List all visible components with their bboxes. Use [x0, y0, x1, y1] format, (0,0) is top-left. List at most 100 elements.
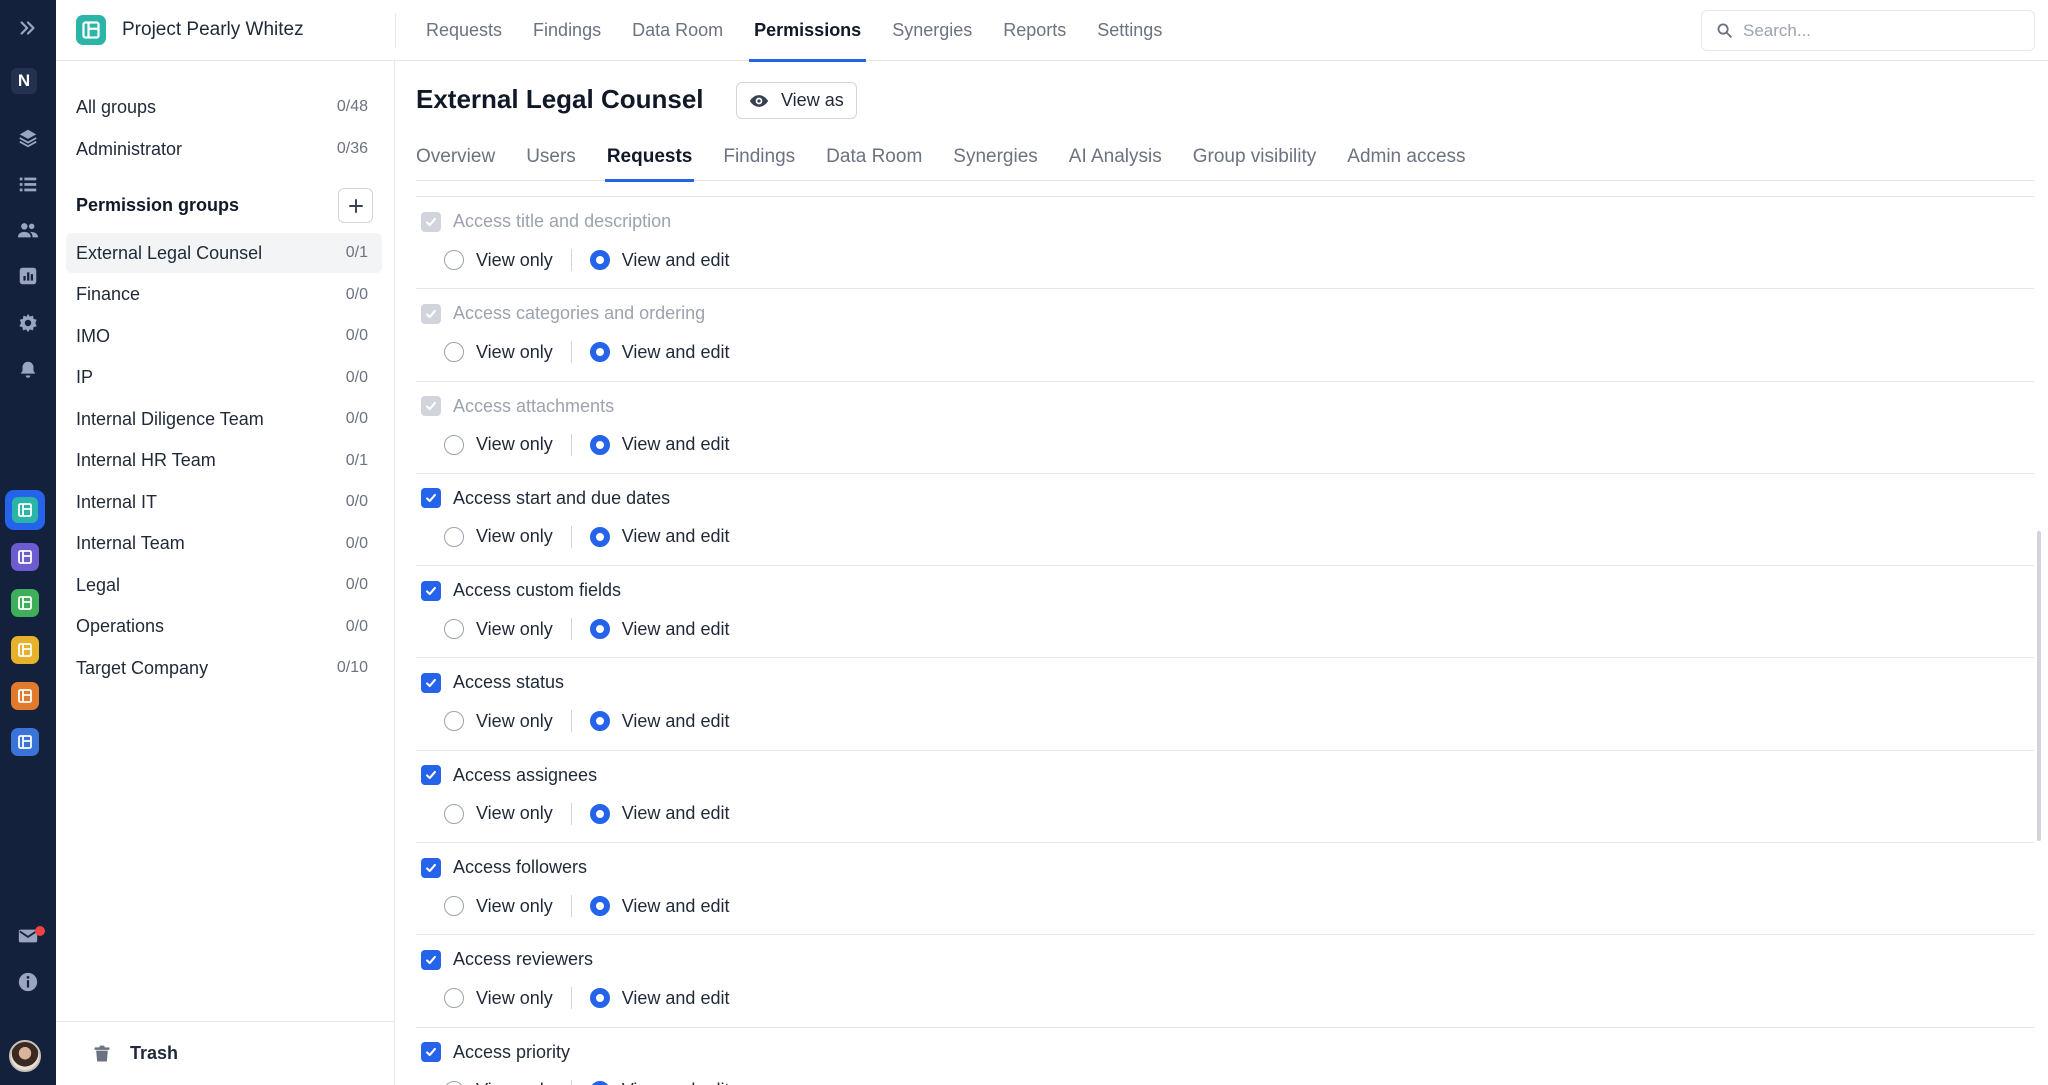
view-and-edit-radio[interactable] [589, 250, 610, 270]
sidebar-item-administrator[interactable]: Administrator 0/36 [66, 129, 382, 169]
permission-toggle[interactable]: Access start and due dates [421, 488, 670, 509]
expand-icon[interactable] [10, 10, 46, 46]
nav-permissions[interactable]: Permissions [749, 0, 867, 62]
workspace-switcher-1[interactable] [5, 490, 45, 530]
gear-icon[interactable] [10, 305, 46, 341]
info-icon[interactable] [10, 964, 46, 1000]
tab-admin-access[interactable]: Admin access [1347, 139, 1465, 181]
sidebar-item-internal-hr-team[interactable]: Internal HR Team 0/1 [66, 441, 382, 481]
tab-users[interactable]: Users [526, 139, 576, 181]
view-only-radio[interactable] [444, 896, 464, 917]
checkbox[interactable] [421, 488, 441, 509]
sidebar-item-ip[interactable]: IP 0/0 [66, 358, 382, 398]
chart-icon[interactable] [10, 258, 46, 294]
sidebar-item-internal-diligence-team[interactable]: Internal Diligence Team 0/0 [66, 399, 382, 439]
view-only-radio[interactable] [444, 526, 464, 547]
nav-data-room[interactable]: Data Room [632, 0, 723, 61]
nav-findings[interactable]: Findings [533, 0, 601, 61]
checkbox[interactable] [421, 857, 441, 878]
view-and-edit-label[interactable]: View and edit [622, 250, 730, 271]
view-only-radio[interactable] [444, 1080, 464, 1085]
view-and-edit-label[interactable]: View and edit [622, 988, 730, 1009]
view-only-radio[interactable] [444, 988, 464, 1009]
workspace-switcher-3[interactable] [11, 589, 39, 617]
checkbox[interactable] [421, 672, 441, 693]
view-and-edit-radio[interactable] [589, 342, 610, 363]
search-input[interactable] [1743, 20, 2023, 41]
workspace-switcher-2[interactable] [11, 543, 39, 571]
view-only-radio[interactable] [444, 342, 464, 363]
tab-requests[interactable]: Requests [604, 139, 694, 182]
nav-synergies[interactable]: Synergies [892, 0, 972, 61]
tab-ai-analysis[interactable]: AI Analysis [1069, 139, 1162, 181]
checkbox[interactable] [421, 580, 441, 601]
checkbox[interactable] [421, 1042, 441, 1063]
permission-toggle[interactable]: Access reviewers [421, 949, 593, 970]
permission-toggle[interactable]: Access status [421, 672, 564, 693]
view-only-label[interactable]: View only [476, 250, 553, 271]
users-icon[interactable] [10, 212, 46, 248]
view-and-edit-label[interactable]: View and edit [622, 434, 730, 455]
permission-toggle[interactable]: Access priority [421, 1042, 570, 1063]
view-and-edit-radio[interactable] [589, 711, 610, 732]
user-initial-badge[interactable]: N [11, 68, 37, 94]
view-only-label[interactable]: View only [476, 526, 553, 547]
view-only-radio[interactable] [444, 711, 464, 732]
view-and-edit-label[interactable]: View and edit [622, 342, 730, 363]
view-only-radio[interactable] [444, 619, 464, 640]
nav-reports[interactable]: Reports [1003, 0, 1066, 61]
tab-data-room[interactable]: Data Room [826, 139, 922, 181]
view-only-label[interactable]: View only [476, 434, 553, 455]
mail-icon[interactable] [10, 918, 46, 954]
view-only-label[interactable]: View only [476, 619, 553, 640]
trash-button[interactable]: Trash [56, 1021, 395, 1085]
view-and-edit-label[interactable]: View and edit [622, 896, 730, 917]
workspace-switcher-5[interactable] [11, 682, 39, 710]
view-and-edit-radio[interactable] [589, 434, 610, 455]
sidebar-item-operations[interactable]: Operations 0/0 [66, 607, 382, 647]
view-and-edit-radio[interactable] [589, 619, 610, 640]
checkbox[interactable] [421, 949, 441, 970]
view-only-radio[interactable] [444, 434, 464, 455]
project-switcher[interactable]: Project Pearly Whitez [76, 15, 304, 45]
view-only-radio[interactable] [444, 250, 464, 270]
sidebar-item-imo[interactable]: IMO 0/0 [66, 316, 382, 356]
view-only-label[interactable]: View only [476, 803, 553, 824]
view-and-edit-radio[interactable] [589, 1080, 610, 1085]
tab-findings[interactable]: Findings [723, 139, 795, 181]
sidebar-item-finance[interactable]: Finance 0/0 [66, 275, 382, 315]
view-and-edit-radio[interactable] [589, 803, 610, 824]
view-and-edit-radio[interactable] [589, 526, 610, 547]
sidebar-item-external-legal-counsel[interactable]: External Legal Counsel 0/1 [66, 233, 382, 273]
workspace-switcher-4[interactable] [11, 636, 39, 664]
view-only-label[interactable]: View only [476, 711, 553, 732]
view-only-label[interactable]: View only [476, 342, 553, 363]
permission-toggle[interactable]: Access custom fields [421, 580, 621, 601]
view-and-edit-radio[interactable] [589, 896, 610, 917]
tab-overview[interactable]: Overview [416, 139, 495, 181]
layers-icon[interactable] [10, 120, 46, 156]
avatar[interactable] [9, 1040, 41, 1072]
view-and-edit-label[interactable]: View and edit [622, 1080, 730, 1085]
add-group-button[interactable] [338, 188, 373, 223]
view-and-edit-radio[interactable] [589, 988, 610, 1009]
nav-requests[interactable]: Requests [426, 0, 502, 61]
view-as-button[interactable]: View as [736, 82, 857, 119]
permission-toggle[interactable]: Access followers [421, 857, 587, 878]
view-only-radio[interactable] [444, 803, 464, 824]
sidebar-item-legal[interactable]: Legal 0/0 [66, 565, 382, 605]
workspace-switcher-6[interactable] [11, 728, 39, 756]
sidebar-item-target-company[interactable]: Target Company 0/10 [66, 648, 382, 688]
tab-synergies[interactable]: Synergies [953, 139, 1038, 181]
view-only-label[interactable]: View only [476, 896, 553, 917]
view-only-label[interactable]: View only [476, 1080, 553, 1085]
list-icon[interactable] [10, 166, 46, 202]
sidebar-item-internal-it[interactable]: Internal IT 0/0 [66, 482, 382, 522]
bell-icon[interactable] [10, 352, 46, 388]
view-and-edit-label[interactable]: View and edit [622, 526, 730, 547]
view-and-edit-label[interactable]: View and edit [622, 711, 730, 732]
sidebar-item-internal-team[interactable]: Internal Team 0/0 [66, 524, 382, 564]
scrollbar[interactable] [2037, 531, 2041, 841]
permission-toggle[interactable]: Access assignees [421, 765, 597, 786]
checkbox[interactable] [421, 765, 441, 786]
